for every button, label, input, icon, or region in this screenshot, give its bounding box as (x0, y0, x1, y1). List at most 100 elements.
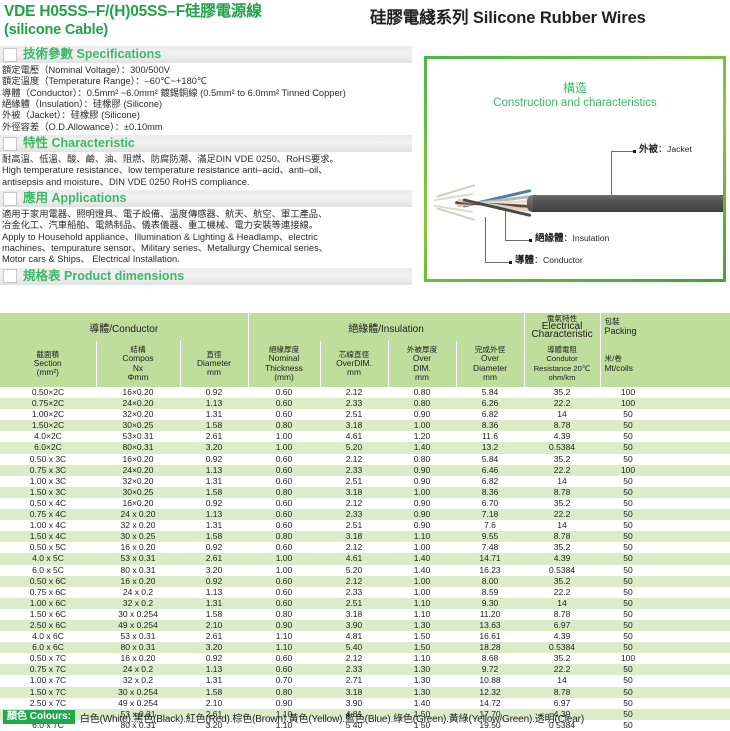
table-cell: 1.50 (413, 631, 431, 642)
callout-dot-insulation (529, 238, 532, 242)
table-cell: 35.2 (553, 497, 571, 508)
table-row: 4.0 x 5C 53 x 0.31 2.61 1.00 4.61 1.40 14.71 4.… (0, 553, 730, 565)
table-cell: 8.36 (456, 486, 525, 498)
table-cell: 0.50 x 4C (29, 497, 67, 508)
cable-illustration: 外被：Jacket 絕緣體：Insulation 導體：Conductor (427, 111, 723, 266)
table-cell: 1.40 (413, 697, 431, 708)
table-cell: 50 (600, 509, 657, 521)
product-dimensions-table: 導體/Conductor 絕緣體/Insulation 電氣特性 Electri… (0, 313, 730, 731)
section-label-en: Specifications (76, 47, 162, 61)
table-cell: 3.18 (320, 531, 388, 543)
table-cell: 30 x 0.254 (118, 608, 158, 619)
table-cell: 53 x 0.31 (96, 553, 180, 565)
table-cell: 50 (623, 409, 633, 420)
table-row: 0.75 x 6C 24 x 0.2 1.13 0.60 2.33 1.00 8.59 22.… (0, 587, 730, 598)
table-cell-spacer (656, 642, 730, 654)
callout-sep: ： (658, 144, 668, 154)
table-cell: 4.81 (345, 631, 363, 642)
section-label-specifications: 技術參數 Specifications (23, 48, 161, 61)
table-cell: 0.80 (388, 398, 456, 410)
table-cell: 50 (623, 431, 633, 442)
callout-sep: ： (563, 233, 573, 243)
characteristic-line: High temperature resistance、low temperat… (2, 165, 328, 176)
table-cell: 9.30 (456, 597, 525, 609)
table-cell: 0.60 (248, 664, 320, 676)
table-cell-spacer (656, 542, 730, 553)
table-cell: 1.00 (388, 486, 456, 498)
table-cell: 0.90 (413, 520, 431, 531)
colours-badge-cn: 顏色 (7, 711, 27, 722)
table-cell: 100 (600, 464, 657, 476)
table-cell: 50 (600, 664, 657, 676)
table-cell: 6.26 (456, 398, 525, 410)
table-cell: 1.31 (205, 675, 223, 686)
table-cell: 50 (600, 553, 657, 565)
table-cell: 14.71 (456, 553, 525, 565)
table-cell: 1.10 (388, 531, 456, 543)
jacket-body (533, 195, 723, 212)
table-cell: 14.72 (479, 697, 501, 708)
colours-list: 白色(White).黑色(Black).紅色(Red).棕色(Brown).黃色… (79, 713, 585, 725)
table-cell: 0.60 (275, 387, 293, 397)
table-cell: 0.60 (248, 509, 320, 521)
table-cell: 12.32 (456, 686, 525, 698)
table-cell: 4.61 (320, 553, 388, 565)
table-row: 1.00 x 3C 32×0.20 1.31 0.60 2.51 0.90 6.82 14 50 (0, 476, 730, 487)
table-cell: 11.6 (482, 431, 498, 442)
application-line: Motor cars & Ships、 Electrical Installat… (2, 254, 180, 265)
table-group-header-row: 導體/Conductor 絕緣體/Insulation 電氣特性 Electri… (0, 313, 730, 341)
column-header-nominal-thickness: 絕緣厚度 Nominal Thickness (mm) (248, 341, 321, 387)
table-cell: 14 (524, 597, 601, 609)
table-cell-spacer (656, 420, 730, 432)
table-cell: 14 (557, 675, 567, 686)
table-cell: 2.10 (180, 619, 248, 632)
table-cell: 16×0.20 (122, 497, 154, 508)
table-cell: 30×0.25 (96, 420, 180, 432)
table-cell: 49 x 0.254 (118, 697, 158, 708)
table-cell: 6.82 (481, 409, 499, 420)
table-cell: 2.61 (205, 631, 223, 642)
table-cell: 2.33 (320, 398, 388, 410)
table-cell: 0.80 (413, 387, 431, 397)
table-cell: 2.50 x 7C (29, 697, 67, 708)
table-cell: 0.90 (388, 464, 456, 476)
leader-line-insulation (505, 211, 506, 240)
table-row: 2.50 x 7C 49 x 0.254 2.10 0.90 3.90 1.40 14.72… (0, 698, 730, 709)
table-cell: 1.50 (388, 642, 456, 654)
table-row: 1.00 x 4C 32 x 0.20 1.31 0.60 2.51 0.90 7.6 14 5… (0, 520, 730, 531)
table-cell: 14 (557, 475, 567, 486)
table-cell: 50 (600, 686, 657, 698)
table-row: 1.00 x 6C 32 x 0.2 1.31 0.60 2.51 1.10 9.30 14 5… (0, 597, 730, 609)
characteristic-body: 耐高溫、低溫、酸、鹼、油、阻燃、防腐防潮、滿足DIN VDE 0250、RoHS… (0, 152, 408, 190)
table-cell: 3.20 (205, 564, 223, 575)
table-cell: 1.00 (248, 442, 320, 454)
table-cell: 2.12 (320, 575, 388, 587)
table-cell: 8.78 (524, 420, 601, 432)
table-cell: 6.82 (481, 475, 499, 486)
table-cell-spacer (656, 698, 730, 709)
table-cell-spacer (656, 575, 730, 587)
table-cell: 1.50 x 4C (0, 531, 96, 543)
table-cell-spacer (656, 619, 730, 632)
application-line: 適用于家用電器、照明燈具、電子設備、溫度傳感器、航天、航空、軍工產品、 (2, 209, 328, 220)
table-cell: 0.60 (248, 398, 320, 410)
leader-line-conductor (485, 217, 486, 262)
table-cell: 0.75 x 6C (29, 586, 67, 597)
table-cell: 50 (600, 642, 657, 654)
callout-insulation-cn: 絕緣體 (535, 233, 564, 244)
table-cell: 1.20 (413, 431, 431, 442)
table-cell: 80 x 0.31 (120, 564, 156, 575)
table-cell: 18.28 (456, 642, 525, 654)
table-row: 4.0×2C 53×0.31 2.61 1.00 4.61 1.20 11.6 4.39 50 (0, 431, 730, 442)
table-cell: 0.92 (205, 542, 223, 553)
table-cell: 0.90 (248, 619, 320, 632)
table-cell: 13.63 (456, 619, 525, 632)
table-cell: 11.20 (479, 608, 501, 619)
table-cell: 2.51 (345, 520, 363, 531)
table-cell-spacer (656, 464, 730, 476)
table-cell: 4.39 (524, 553, 601, 565)
table-cell: 22.2 (524, 509, 601, 521)
spec-line: 額定電壓（Nominal Voltage）：300/500V (2, 65, 170, 75)
table-cell: 50 (600, 619, 657, 632)
table-cell: 8.00 (456, 575, 525, 587)
